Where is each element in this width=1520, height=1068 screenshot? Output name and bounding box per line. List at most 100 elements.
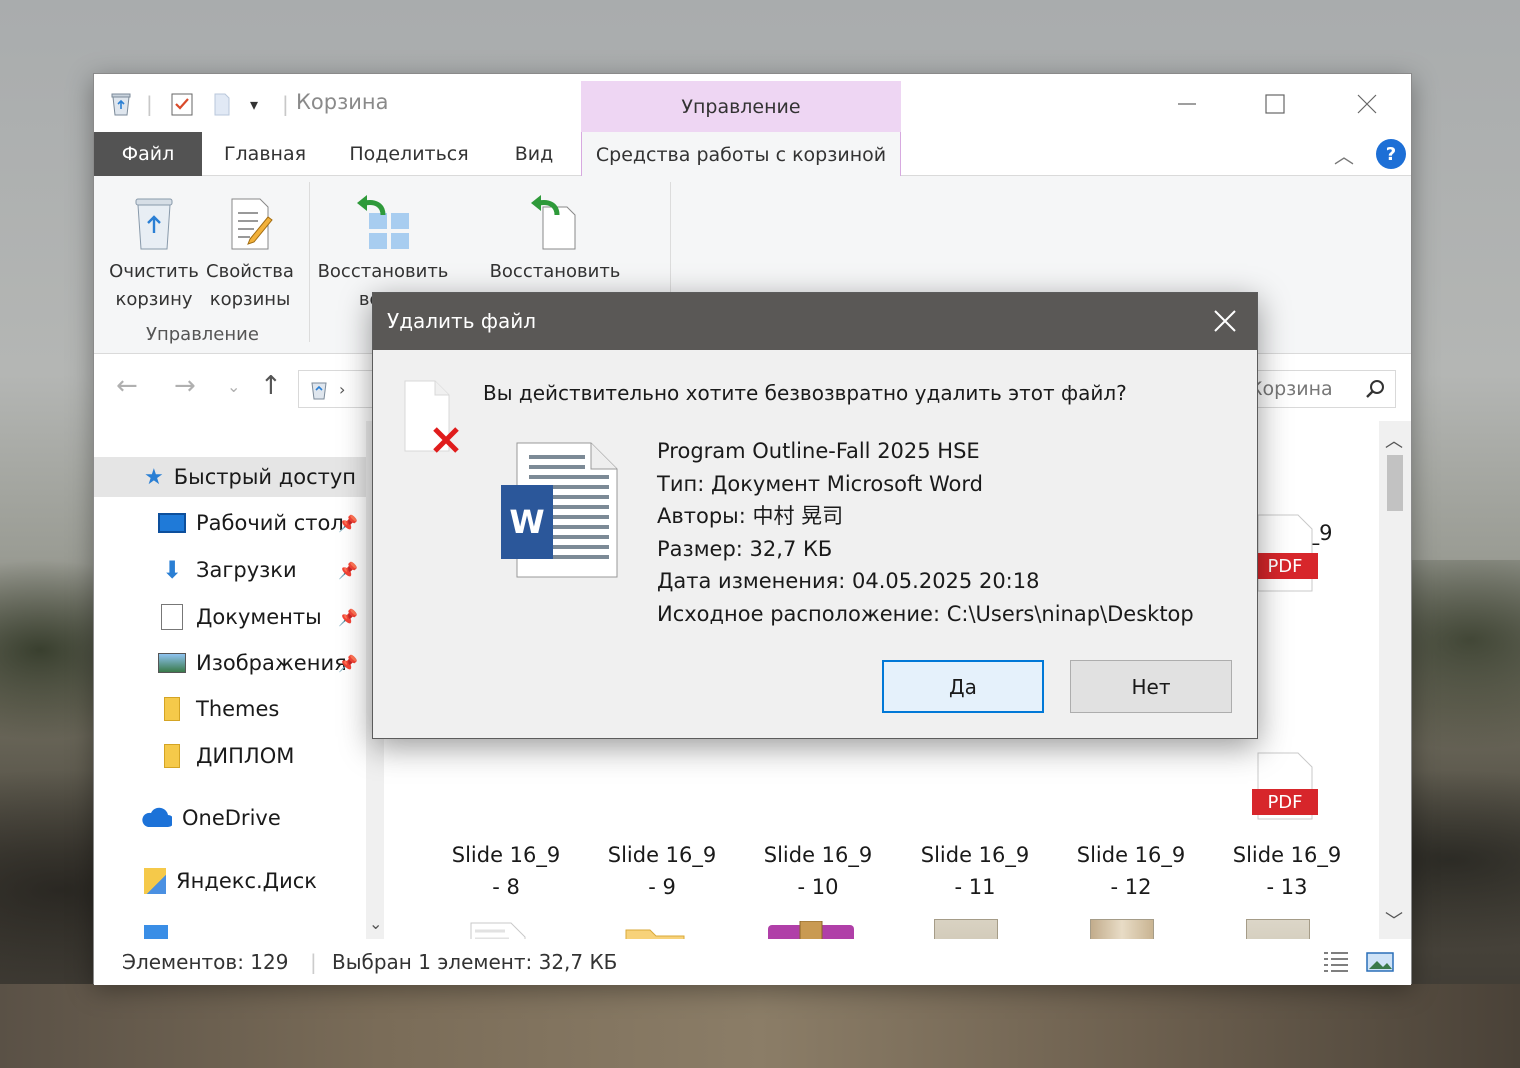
no-button[interactable]: Нет — [1070, 660, 1232, 713]
sidebar-item-documents[interactable]: Документы 📌 — [94, 597, 366, 637]
tab-home[interactable]: Главная — [214, 132, 316, 176]
empty-recycle-bin-label: Очистить — [109, 261, 199, 282]
status-bar: Элементов: 129 | Выбран 1 элемент: 32,7 … — [94, 940, 1411, 985]
recent-locations-chevron-icon[interactable]: ⌄ — [227, 377, 240, 396]
pictures-icon — [158, 653, 186, 673]
file-tile-slide-12[interactable]: Slide 16_9 - 12 — [1066, 839, 1196, 903]
restore-all-icon — [316, 188, 450, 258]
tab-share[interactable]: Поделиться — [344, 132, 474, 176]
pin-icon: 📌 — [338, 607, 358, 627]
file-tile-slide-8[interactable]: Slide 16_9 - 8 — [441, 839, 571, 903]
file-name-line: Slide 16_9 — [451, 843, 561, 867]
breadcrumb-chevron-icon[interactable]: › — [339, 380, 345, 399]
file-name-line: - 11 — [954, 875, 996, 899]
word-letter: W — [509, 503, 544, 541]
file-location: Исходное расположение: C:\Users\ninap\De… — [657, 601, 1194, 626]
pdf-file-icon[interactable]: PDF — [465, 921, 531, 939]
title-bar: | ▾ | Корзина Управление — [94, 74, 1411, 132]
tab-recycle-bin-tools[interactable]: Средства работы с корзиной — [581, 132, 901, 177]
empty-recycle-bin-label-2: корзину — [115, 289, 193, 310]
restore-selected-label: Восстановить — [489, 261, 621, 282]
toolbar-divider: | — [282, 92, 289, 116]
book-photo-thumbnail[interactable] — [934, 919, 998, 939]
file-list-scrollbar[interactable]: ︿ ﹀ — [1379, 421, 1411, 939]
recycle-bin-title-icon — [108, 90, 134, 118]
collapse-ribbon-chevron-icon[interactable]: ︿ — [1334, 140, 1354, 169]
maximize-button[interactable] — [1252, 88, 1298, 120]
tab-file[interactable]: Файл — [94, 132, 202, 176]
file-tile-slide-9[interactable]: Slide 16_9 - 9 — [597, 839, 727, 903]
close-icon — [1214, 310, 1236, 332]
pdf-file-icon[interactable]: PDF — [1252, 513, 1318, 593]
recycle-bin-icon — [106, 188, 202, 258]
file-name-line: - 8 — [492, 875, 520, 899]
up-arrow-icon[interactable]: ↑ — [260, 371, 282, 401]
search-box[interactable]: Корзина — [1238, 370, 1396, 408]
dialog-title-bar: Удалить файл — [373, 293, 1257, 350]
forward-arrow-icon[interactable]: → — [174, 371, 196, 401]
pdf-badge-text: PDF — [1267, 792, 1302, 813]
file-tile-slide-11[interactable]: Slide 16_9 - 11 — [910, 839, 1040, 903]
book-photo-thumbnail[interactable] — [1090, 919, 1154, 939]
star-icon: ★ — [144, 464, 164, 490]
tab-view[interactable]: Вид — [504, 132, 564, 176]
details-view-icon[interactable] — [1322, 950, 1350, 974]
back-arrow-icon[interactable]: ← — [116, 371, 138, 401]
restore-selected-items-button[interactable]: Восстановить — [488, 188, 622, 286]
close-button[interactable] — [1344, 88, 1390, 120]
scrollbar-thumb[interactable] — [1387, 455, 1403, 511]
yandex-disk-folder-icon — [144, 868, 166, 894]
ribbon-group-manage-label: Управление — [146, 324, 259, 345]
file-name-line: - 10 — [797, 875, 839, 899]
winrar-archive-icon[interactable] — [766, 920, 856, 939]
sidebar-item-quick-access[interactable]: ★ Быстрый доступ — [94, 457, 366, 497]
search-placeholder: Корзина — [1249, 378, 1333, 400]
folder-icon — [164, 744, 180, 768]
status-divider: | — [310, 950, 317, 974]
file-size: Размер: 32,7 КБ — [657, 536, 833, 561]
large-icons-view-icon[interactable] — [1366, 950, 1394, 974]
scroll-down-chevron-icon[interactable]: ﹀ — [1385, 907, 1403, 933]
book-photo-thumbnail[interactable] — [1246, 919, 1310, 939]
file-tile-slide-10[interactable]: Slide 16_9 - 10 — [753, 839, 883, 903]
dialog-title: Удалить файл — [387, 309, 536, 333]
delete-file-dialog: Удалить файл Вы действительно хотите без… — [372, 292, 1258, 739]
sidebar-item-pictures[interactable]: Изображения 📌 — [94, 643, 366, 683]
file-name-line: - 12 — [1110, 875, 1152, 899]
address-bar[interactable]: › — [298, 370, 378, 408]
pdf-file-icon[interactable]: PDF — [1252, 751, 1318, 821]
file-authors: Авторы: 中村 晃司 — [657, 504, 844, 528]
sidebar-item-desktop[interactable]: Рабочий стол 📌 — [94, 503, 366, 543]
manage-context-tab[interactable]: Управление — [581, 81, 901, 132]
file-type: Тип: Документ Microsoft Word — [657, 471, 983, 496]
empty-recycle-bin-button[interactable]: Очистить корзину — [106, 188, 202, 314]
folder-with-pdf-icon[interactable]: PDF — [624, 924, 686, 939]
sidebar-item-yandex-disk[interactable]: Яндекс.Диск — [94, 861, 366, 901]
maximize-icon — [1265, 94, 1285, 114]
sidebar-item-onedrive[interactable]: OneDrive — [94, 798, 366, 838]
window-title: Корзина — [296, 90, 389, 114]
file-details: Program Outline-Fall 2025 HSE Тип: Докум… — [657, 435, 1194, 630]
navigation-pane: ★ Быстрый доступ Рабочий стол 📌 ⬇ Загруз… — [94, 421, 366, 939]
file-name-line: Slide 16_9 — [763, 843, 873, 867]
yes-button[interactable]: Да — [882, 660, 1044, 713]
recycle-bin-properties-button[interactable]: Свойства корзины — [202, 188, 298, 314]
sidebar-item-partial[interactable] — [94, 913, 366, 939]
sidebar-item-themes[interactable]: Themes — [94, 689, 366, 729]
scroll-down-chevron-icon[interactable]: ⌄ — [369, 914, 382, 933]
selection-info: Выбран 1 элемент: 32,7 КБ — [332, 950, 618, 974]
minimize-button[interactable] — [1164, 88, 1210, 120]
quick-access-dropdown-icon[interactable]: ▾ — [250, 90, 258, 118]
desktop-background-bottom — [0, 984, 1520, 1068]
sidebar-item-label: Изображения — [196, 651, 347, 675]
scroll-up-chevron-icon[interactable]: ︿ — [1385, 427, 1403, 453]
sidebar-item-diplom[interactable]: ДИПЛОМ — [94, 736, 366, 776]
properties-quick-icon[interactable] — [170, 90, 194, 118]
recycle-bin-properties-label-2: корзины — [209, 289, 291, 310]
help-icon[interactable]: ? — [1376, 139, 1406, 169]
sidebar-item-downloads[interactable]: ⬇ Загрузки 📌 — [94, 550, 366, 590]
file-tile-slide-13[interactable]: Slide 16_9 - 13 — [1222, 839, 1352, 903]
dialog-close-button[interactable] — [1209, 305, 1241, 337]
new-folder-quick-icon[interactable] — [212, 90, 232, 118]
file-name-line: Slide 16_9 — [1232, 843, 1342, 867]
